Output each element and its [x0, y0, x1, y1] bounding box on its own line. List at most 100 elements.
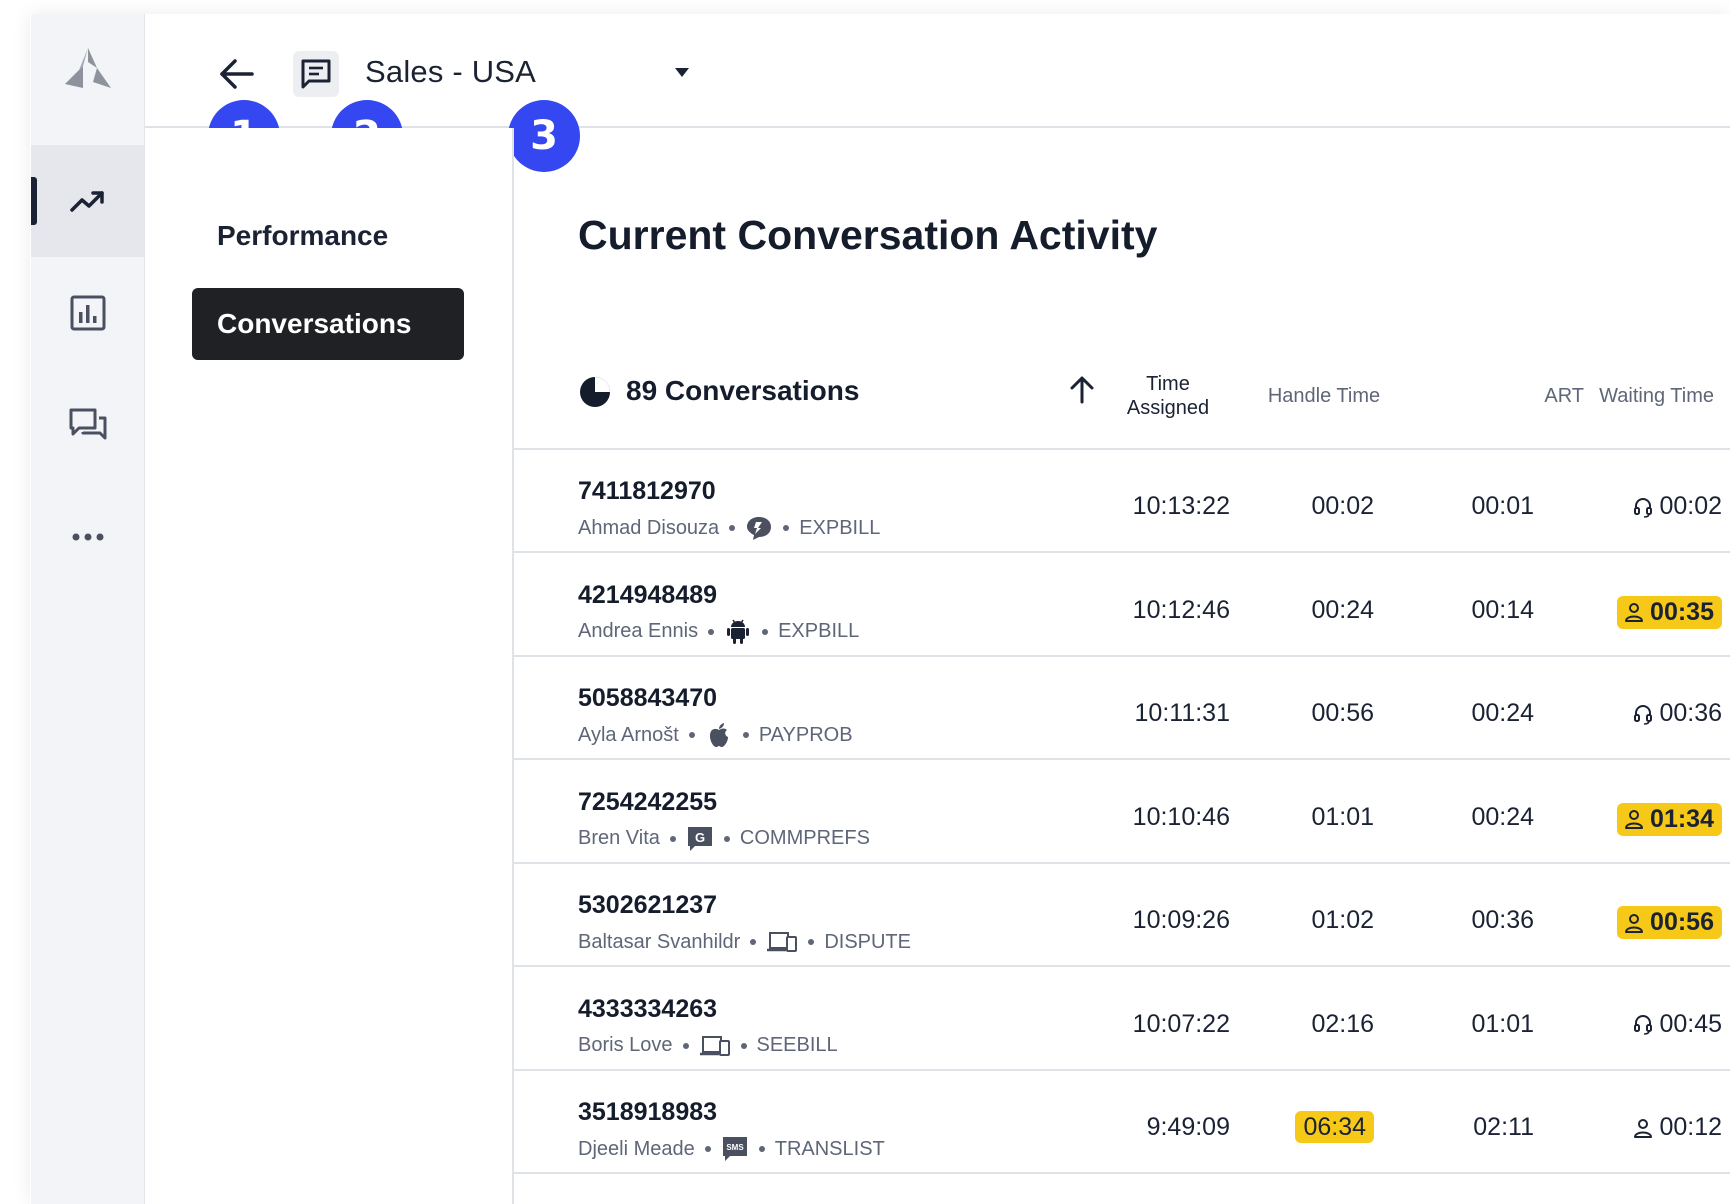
conversation-id: 7254242255 [578, 787, 718, 816]
devices-icon [699, 1032, 731, 1060]
arrow-left-icon [220, 59, 254, 89]
waiting-time-cell: 01:34 [1534, 802, 1722, 836]
left-rail [31, 14, 146, 1204]
queue-type-button[interactable] [293, 51, 339, 97]
queue-selector-title[interactable]: Sales - USA [365, 54, 536, 90]
main-content: Current Conversation Activity 89 Convers… [514, 128, 1730, 1204]
waiting-time-value: 00:45 [1659, 1009, 1722, 1038]
table-row[interactable]: 7411812970 Ahmad Disouza EXPBILL 10:13:2… [514, 450, 1730, 553]
customer-name: Boris Love [578, 1034, 673, 1056]
handle-time-value: 01:01 [1311, 802, 1374, 831]
intent-code: DISPUTE [824, 930, 911, 953]
back-button[interactable] [215, 52, 259, 96]
art-cell: 00:24 [1471, 802, 1534, 831]
customer-name: Djeeli Meade [578, 1137, 695, 1160]
time-assigned-cell: 10:11:31 [1134, 699, 1230, 727]
intent-code: EXPBILL [778, 620, 860, 642]
intent-code: TRANSLIST [774, 1137, 885, 1160]
waiting-time-badge: 00:12 [1632, 1113, 1722, 1142]
brand-logo-icon [65, 48, 111, 88]
conversation-meta: Boris Love SEEBILL [578, 1032, 838, 1060]
art-cell: 00:24 [1471, 699, 1534, 727]
column-header-time-assigned[interactable]: Time Assigned [1110, 372, 1226, 420]
conversation-meta: Ahmad Disouza EXPBILL [578, 514, 880, 542]
separator-dot [704, 1146, 711, 1152]
devices-icon [766, 928, 798, 956]
customer-name: Ahmad Disouza [578, 516, 720, 539]
separator-dot [740, 1042, 747, 1049]
waiting-time-cell: 00:36 [1534, 699, 1722, 728]
waiting-time-cell: 00:45 [1534, 1010, 1722, 1039]
handle-time-value: 00:56 [1311, 699, 1374, 727]
handle-time-cell: 01:02 [1234, 906, 1374, 935]
table-row[interactable]: 5302621237 Baltasar Svanhildr DISPUTE 10… [514, 864, 1730, 967]
person-icon [1623, 808, 1645, 830]
person-icon [1623, 912, 1645, 934]
conversation-id: 4333334263 [578, 994, 718, 1023]
rail-item-messages[interactable] [31, 369, 144, 481]
handle-time-cell: 06:34 [1234, 1111, 1374, 1143]
conversation-id: 7411812970 [578, 477, 716, 505]
separator-dot [762, 628, 769, 635]
time-assigned-cell: 10:09:26 [1132, 906, 1230, 934]
rail-item-reports[interactable] [31, 257, 144, 369]
pie-progress-icon [580, 377, 610, 407]
separator-dot [750, 939, 757, 945]
separator-dot [729, 525, 736, 531]
rail-item-more[interactable] [31, 481, 144, 593]
handle-time-cell: 00:02 [1234, 492, 1374, 521]
conversation-id: 3518918983 [578, 1098, 718, 1126]
handle-time-value: 00:24 [1311, 595, 1374, 624]
nav-link-performance[interactable]: Performance [217, 220, 388, 252]
column-header-handle-time[interactable]: Handle Time [1244, 385, 1404, 408]
chat-bubble-icon [745, 514, 773, 542]
waiting-time-badge: 00:45 [1632, 1010, 1722, 1039]
table-row[interactable]: 7254242255 Bren Vita G COMMPREFS 10:10:4… [514, 761, 1730, 864]
conversation-id: 5058843470 [578, 684, 718, 712]
handle-time-cell: 00:24 [1234, 596, 1374, 625]
waiting-time-badge: 01:34 [1617, 802, 1722, 836]
nav-link-conversations[interactable]: Conversations [192, 288, 464, 360]
more-horizontal-icon [72, 533, 103, 541]
separator-dot [742, 732, 749, 738]
page-title: Current Conversation Activity [578, 212, 1158, 258]
handle-time-cell: 01:01 [1234, 803, 1374, 832]
waiting-time-cell: 00:35 [1534, 595, 1722, 629]
sms-icon: SMS [721, 1135, 749, 1163]
waiting-time-value: 00:12 [1659, 1113, 1722, 1141]
art-cell: 00:36 [1471, 906, 1534, 934]
column-header-waiting-time[interactable]: Waiting Time [1574, 385, 1714, 408]
time-assigned-cell: 10:12:46 [1132, 595, 1230, 624]
handle-time-cell: 00:56 [1234, 699, 1374, 728]
column-header-art[interactable]: ART [1474, 385, 1584, 408]
sort-arrow-up-icon[interactable] [1066, 374, 1098, 406]
table-row[interactable]: 5058843470 Ayla Arnošt PAYPROB 10:11:31 … [514, 657, 1730, 760]
conversation-id: 4214948489 [578, 580, 718, 609]
table-row[interactable]: 3518918983 Djeeli Meade SMS TRANSLIST 9:… [514, 1071, 1730, 1174]
headset-icon [1632, 496, 1654, 518]
table-row[interactable]: 4333334263 Boris Love SEEBILL 10:07:22 0… [514, 968, 1730, 1071]
headset-icon [1632, 1013, 1654, 1035]
waiting-time-cell: 00:02 [1534, 492, 1722, 521]
chat-forum-icon [69, 408, 106, 440]
handle-time-value: 06:34 [1295, 1111, 1374, 1143]
message-square-icon [301, 59, 331, 89]
apple-icon [705, 721, 733, 749]
separator-dot [723, 835, 730, 842]
intent-code: COMMPREFS [739, 827, 870, 849]
waiting-time-cell: 00:56 [1534, 906, 1722, 939]
art-cell: 02:11 [1473, 1113, 1534, 1141]
caret-down-icon[interactable] [675, 68, 689, 77]
person-icon [1632, 1117, 1654, 1139]
conversation-meta: Bren Vita G COMMPREFS [578, 825, 870, 853]
conversation-meta: Djeeli Meade SMS TRANSLIST [578, 1135, 885, 1163]
waiting-time-badge: 00:02 [1632, 492, 1722, 521]
waiting-time-badge: 00:35 [1617, 595, 1722, 629]
svg-text:SMS: SMS [726, 1143, 744, 1152]
waiting-time-value: 00:56 [1650, 908, 1714, 936]
waiting-time-value: 01:34 [1650, 804, 1714, 833]
table-row[interactable]: 4214948489 Andrea Ennis EXPBILL 10:12:46… [514, 554, 1730, 657]
rail-item-performance[interactable] [31, 145, 144, 257]
conversation-meta: Andrea Ennis EXPBILL [578, 618, 859, 646]
trending-up-icon [69, 191, 104, 212]
